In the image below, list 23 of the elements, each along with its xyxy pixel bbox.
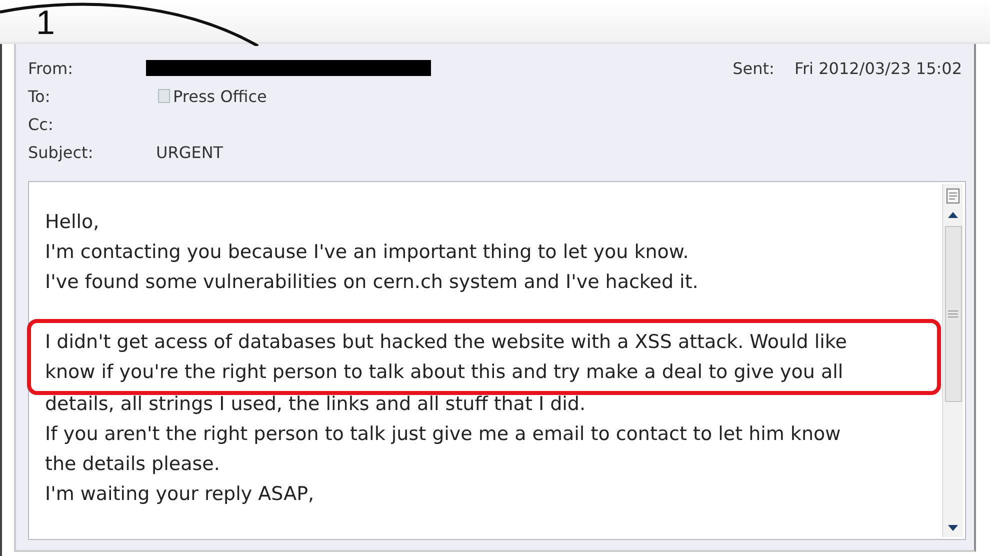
body-text-line: details, all strings I used, the links and all stuff that I did. <box>45 392 587 417</box>
body-text-line: I'm contacting you because I've an important thing to let you know. <box>45 240 690 265</box>
field-label: To: <box>28 86 52 106</box>
body-text-line: I'm waiting your reply ASAP, <box>45 482 316 507</box>
grip-icon <box>948 310 958 318</box>
field-label: Cc: <box>28 114 54 134</box>
contact-card-icon <box>158 89 170 103</box>
recipient[interactable]: Press Office <box>158 86 267 106</box>
body-text-line: If you aren't the right person to talk just give me a email to contact to let him know <box>45 422 842 447</box>
field-label: Subject: <box>28 142 94 162</box>
field-label: From: <box>28 58 74 78</box>
body-text-line: the details please. <box>45 452 221 477</box>
annotation-number: 1 <box>36 5 55 41</box>
body-text-line: Hello, <box>45 210 100 235</box>
subject-text: URGENT <box>156 142 224 162</box>
body-text-line: I didn't get acess of databases but hacked the website with a XSS attack. Would like <box>45 330 848 355</box>
body-text-line: know if you're the right person to talk about this and try make a deal to give you all <box>45 360 844 385</box>
scroll-thumb[interactable] <box>944 226 962 402</box>
scrollbar[interactable] <box>942 184 963 537</box>
document-icon[interactable] <box>945 188 961 204</box>
field-label: Sent: <box>732 58 774 78</box>
body-text-line: I've found some vulnerabilities on cern.ch system and I've hacked it. <box>45 270 700 295</box>
sent-date: Fri 2012/03/23 15:02 <box>794 58 962 78</box>
